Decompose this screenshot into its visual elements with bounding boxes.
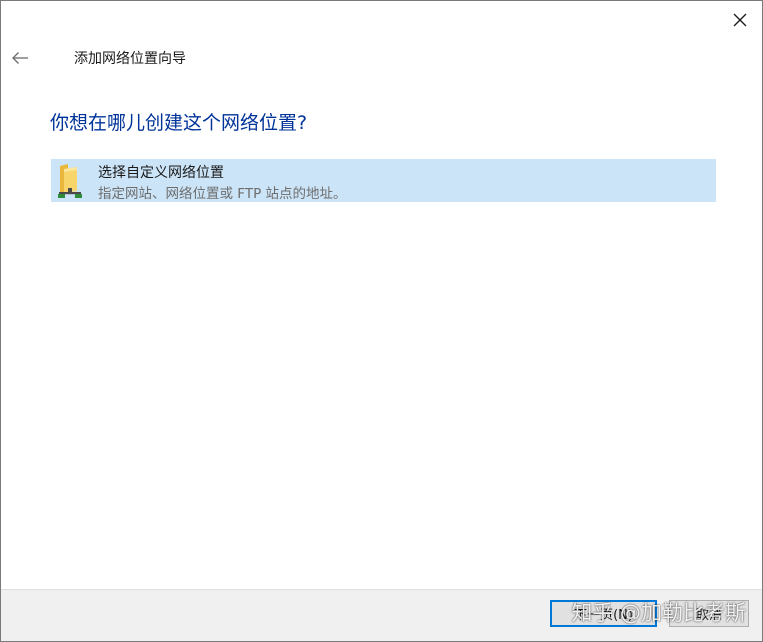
- back-arrow-icon: [12, 52, 28, 64]
- network-folder-icon: [58, 164, 82, 198]
- option-title: 选择自定义网络位置: [98, 165, 224, 181]
- page-heading: 你想在哪儿创建这个网络位置?: [50, 112, 308, 134]
- title-bar: [1, 1, 762, 39]
- close-icon: [733, 13, 747, 27]
- next-button[interactable]: 下一页(N): [550, 600, 657, 627]
- wizard-window: 添加网络位置向导 你想在哪儿创建这个网络位置? 选择自定义网络位置 指定网站、网…: [0, 0, 763, 642]
- footer-bar: 下一页(N) 取消: [1, 589, 762, 641]
- cancel-button[interactable]: 取消: [669, 600, 749, 627]
- option-description: 指定网站、网络位置或 FTP 站点的地址。: [98, 186, 347, 202]
- wizard-title: 添加网络位置向导: [74, 51, 186, 67]
- back-button[interactable]: [5, 45, 35, 71]
- option-custom-network-location[interactable]: 选择自定义网络位置 指定网站、网络位置或 FTP 站点的地址。: [51, 159, 716, 202]
- close-button[interactable]: [718, 1, 762, 39]
